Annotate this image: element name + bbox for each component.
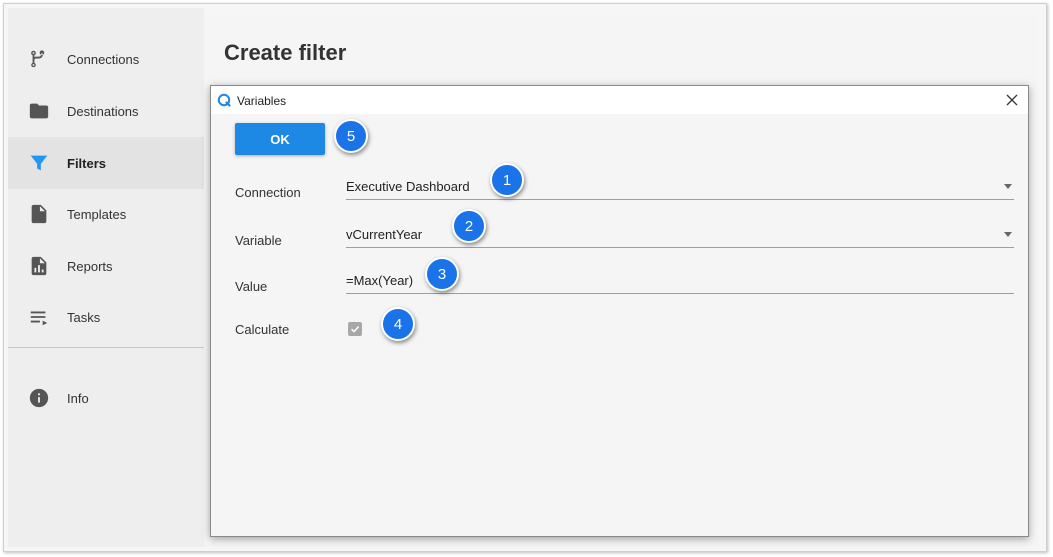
callout-badge: 1 [490,163,524,197]
folder-icon [27,99,51,123]
sidebar-divider [8,347,204,348]
variable-label: Variable [235,233,282,248]
source-branch-icon [27,47,51,71]
callout-badge: 3 [425,257,459,291]
value-label: Value [235,279,268,294]
sidebar-item-templates[interactable]: Templates [8,188,204,240]
sidebar-item-filters[interactable]: Filters [8,137,204,189]
callout-badge: 4 [381,307,415,341]
sidebar-item-label: Reports [67,258,113,274]
connection-select[interactable]: Executive Dashboard [346,174,1014,200]
sidebar-item-label: Filters [67,155,107,171]
report-icon [27,254,51,278]
sidebar: Connections Destinations Filters Templat… [8,8,204,547]
sidebar-item-connections[interactable]: Connections [8,33,204,85]
app-logo-icon [217,93,231,107]
tasks-icon [27,305,51,329]
check-icon [350,326,360,333]
variable-select[interactable]: vCurrentYear [346,222,1014,248]
sidebar-item-reports[interactable]: Reports [8,240,204,292]
calculate-checkbox[interactable] [348,322,362,336]
variables-dialog: Variables OK Connection Executive Dashbo… [210,85,1029,537]
close-icon[interactable] [1002,90,1022,110]
info-icon [27,386,51,410]
sidebar-item-label: Connections [67,51,140,67]
chevron-down-icon [1004,184,1012,189]
app-window: Connections Destinations Filters Templat… [3,3,1047,552]
sidebar-item-label: Templates [67,206,127,222]
dialog-title: Variables [237,94,287,108]
page-title: Create filter [224,40,347,65]
value-text: =Max(Year) [346,273,414,288]
connection-label: Connection [235,185,301,200]
chevron-down-icon [1004,232,1012,237]
sidebar-item-label: Destinations [67,103,139,119]
variable-value: vCurrentYear [346,227,423,242]
connection-value: Executive Dashboard [346,179,470,194]
sidebar-item-info[interactable]: Info [8,372,204,424]
sidebar-item-label: Info [67,390,89,406]
dialog-titlebar[interactable]: Variables [211,86,1028,114]
ok-button[interactable]: OK [235,123,325,155]
sidebar-item-tasks[interactable]: Tasks [8,291,204,343]
sidebar-item-label: Tasks [67,309,101,325]
callout-badge: 5 [334,119,368,153]
filter-icon [27,151,51,175]
calculate-label: Calculate [235,322,290,337]
sidebar-item-destinations[interactable]: Destinations [8,85,204,137]
callout-badge: 2 [452,209,486,243]
file-icon [27,202,51,226]
